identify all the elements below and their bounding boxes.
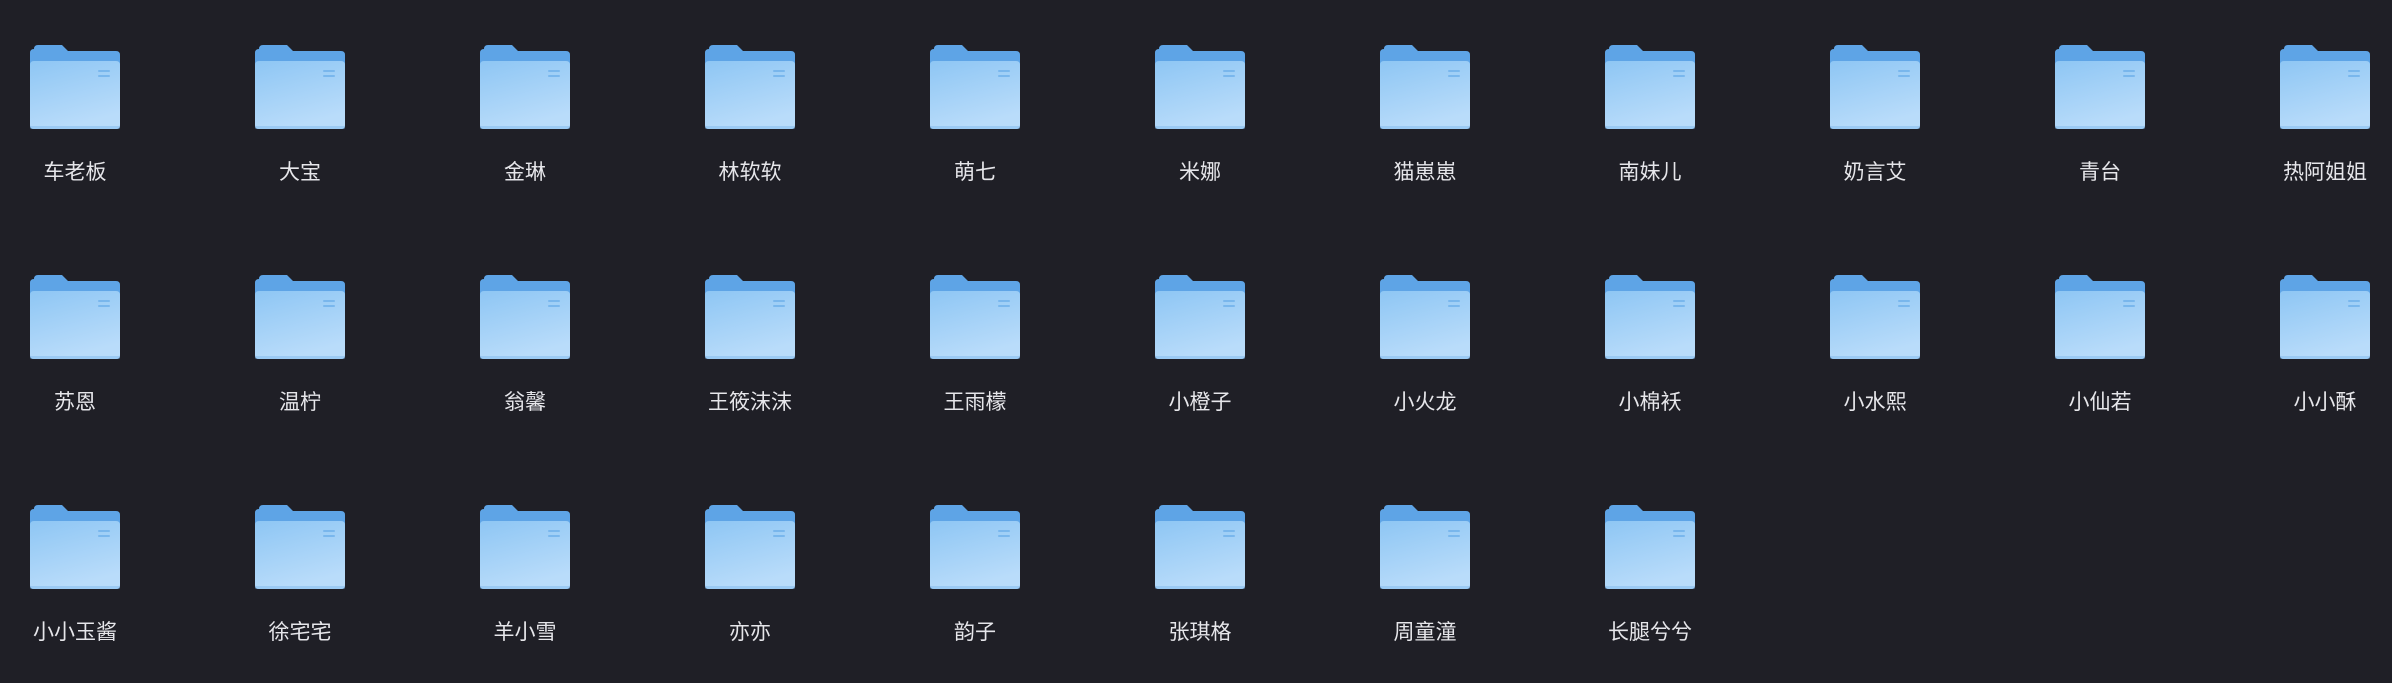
folder-name: 王雨檬	[943, 390, 1007, 414]
folder-name: 小橙子	[1168, 390, 1232, 414]
folder-icon	[255, 505, 345, 589]
folder-name: 猫崽崽	[1393, 160, 1457, 184]
folder-name: 小仙若	[2068, 390, 2132, 414]
folder-name: 亦亦	[729, 620, 771, 644]
folder-icon	[705, 275, 795, 359]
folder-name: 萌七	[954, 160, 996, 184]
folder-item-3[interactable]: 金琳	[435, 0, 615, 184]
folder-item-12[interactable]: 苏恩	[0, 230, 165, 414]
folder-icon	[1155, 45, 1245, 129]
folder-icon	[1155, 505, 1245, 589]
folder-name: 张琪格	[1168, 620, 1232, 644]
folder-icon	[1830, 275, 1920, 359]
folder-icon	[2055, 275, 2145, 359]
folder-item-17[interactable]: 小橙子	[1110, 230, 1290, 414]
folder-item-27[interactable]: 韵子	[885, 460, 1065, 644]
folder-icon	[2280, 275, 2370, 359]
folder-name: 羊小雪	[493, 620, 557, 644]
folder-item-23[interactable]: 小小玉酱	[0, 460, 165, 644]
folder-icon	[30, 505, 120, 589]
folder-item-28[interactable]: 张琪格	[1110, 460, 1290, 644]
folder-name: 徐宅宅	[268, 620, 332, 644]
folder-item-6[interactable]: 米娜	[1110, 0, 1290, 184]
folder-item-13[interactable]: 温柠	[210, 230, 390, 414]
folder-item-1[interactable]: 车老板	[0, 0, 165, 184]
folder-icon	[2280, 45, 2370, 129]
folder-icon	[705, 505, 795, 589]
folder-icon	[1830, 45, 1920, 129]
folder-item-8[interactable]: 南妹儿	[1560, 0, 1740, 184]
folder-item-25[interactable]: 羊小雪	[435, 460, 615, 644]
folder-name: 奶言艾	[1843, 160, 1907, 184]
folder-icon	[30, 45, 120, 129]
folder-icon	[930, 45, 1020, 129]
folder-name: 苏恩	[54, 390, 96, 414]
folder-name: 热阿姐姐	[2283, 160, 2367, 184]
folder-item-24[interactable]: 徐宅宅	[210, 460, 390, 644]
folder-name: 王筱沫沫	[708, 390, 792, 414]
folder-name: 车老板	[43, 160, 107, 184]
folder-item-10[interactable]: 青台	[2010, 0, 2190, 184]
folder-name: 小火龙	[1393, 390, 1457, 414]
folder-icon	[930, 505, 1020, 589]
folder-icon	[255, 45, 345, 129]
folder-item-29[interactable]: 周童潼	[1335, 460, 1515, 644]
folder-item-22[interactable]: 小小酥	[2235, 230, 2392, 414]
folder-icon	[480, 505, 570, 589]
folder-name: 小棉袄	[1618, 390, 1682, 414]
folder-item-11[interactable]: 热阿姐姐	[2235, 0, 2392, 184]
folder-item-21[interactable]: 小仙若	[2010, 230, 2190, 414]
folder-icon	[1605, 45, 1695, 129]
folder-name: 大宝	[279, 160, 321, 184]
folder-item-16[interactable]: 王雨檬	[885, 230, 1065, 414]
folder-item-4[interactable]: 林软软	[660, 0, 840, 184]
folder-grid: 车老板 大宝 金琳 林软软 萌七 米娜 猫崽崽 南妹儿 奶言艾 青台 热阿姐姐 …	[0, 0, 2392, 683]
folder-name: 南妹儿	[1618, 160, 1682, 184]
folder-item-26[interactable]: 亦亦	[660, 460, 840, 644]
folder-icon	[930, 275, 1020, 359]
folder-name: 小水熙	[1843, 390, 1907, 414]
folder-icon	[1605, 505, 1695, 589]
folder-icon	[1155, 275, 1245, 359]
folder-item-30[interactable]: 长腿兮兮	[1560, 460, 1740, 644]
folder-name: 翁馨	[504, 390, 546, 414]
folder-item-20[interactable]: 小水熙	[1785, 230, 1965, 414]
folder-icon	[480, 275, 570, 359]
folder-name: 温柠	[279, 390, 321, 414]
folder-name: 韵子	[954, 620, 996, 644]
folder-name: 小小玉酱	[33, 620, 117, 644]
folder-name: 林软软	[718, 160, 782, 184]
folder-icon	[480, 45, 570, 129]
folder-icon	[1380, 275, 1470, 359]
folder-item-7[interactable]: 猫崽崽	[1335, 0, 1515, 184]
folder-icon	[1380, 505, 1470, 589]
folder-item-18[interactable]: 小火龙	[1335, 230, 1515, 414]
folder-name: 小小酥	[2293, 390, 2357, 414]
folder-name: 米娜	[1179, 160, 1221, 184]
folder-item-19[interactable]: 小棉袄	[1560, 230, 1740, 414]
folder-icon	[1380, 45, 1470, 129]
folder-icon	[255, 275, 345, 359]
folder-item-2[interactable]: 大宝	[210, 0, 390, 184]
folder-icon	[30, 275, 120, 359]
folder-name: 长腿兮兮	[1608, 620, 1692, 644]
folder-item-9[interactable]: 奶言艾	[1785, 0, 1965, 184]
folder-item-15[interactable]: 王筱沫沫	[660, 230, 840, 414]
folder-icon	[2055, 45, 2145, 129]
folder-name: 周童潼	[1393, 620, 1457, 644]
folder-item-5[interactable]: 萌七	[885, 0, 1065, 184]
folder-icon	[1605, 275, 1695, 359]
folder-item-14[interactable]: 翁馨	[435, 230, 615, 414]
folder-name: 金琳	[504, 160, 546, 184]
folder-name: 青台	[2079, 160, 2121, 184]
folder-icon	[705, 45, 795, 129]
